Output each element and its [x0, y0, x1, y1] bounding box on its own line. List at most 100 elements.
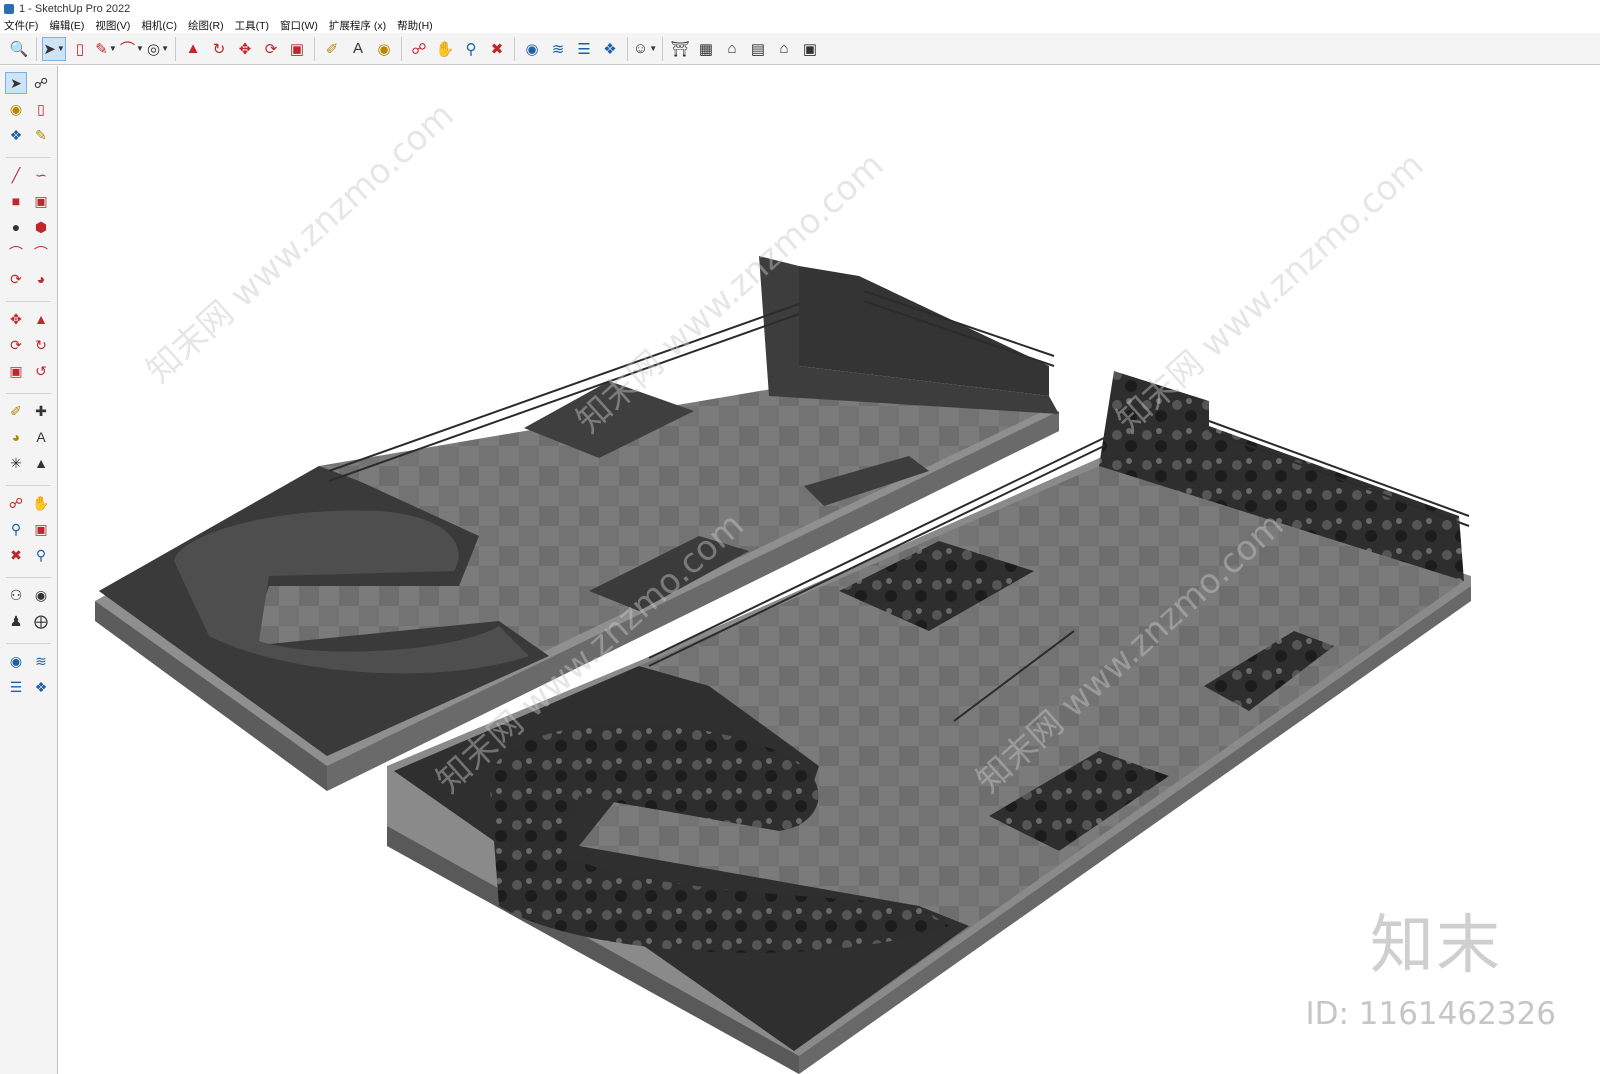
tape-icon[interactable]: ✐	[5, 400, 27, 422]
text-icon[interactable]: A	[30, 426, 52, 448]
toolbar-separator	[514, 36, 515, 61]
znzmo-logo-watermark: 知末	[1370, 909, 1502, 983]
two-point-arc-icon[interactable]: ⌒	[30, 242, 52, 264]
three-point-arc-icon[interactable]: ⟳	[5, 268, 27, 290]
sidebar-separator	[6, 294, 51, 302]
zoom-icon[interactable]: ⚲	[459, 37, 483, 61]
dimension-icon[interactable]: ✚	[30, 400, 52, 422]
followme-icon[interactable]: ↻	[207, 37, 231, 61]
rotate-icon[interactable]: ⟳	[259, 37, 283, 61]
sandbox-icon[interactable]: ≋	[30, 650, 52, 672]
home-icon[interactable]: ⌂	[720, 37, 744, 61]
section-icon[interactable]: ◉	[520, 37, 544, 61]
model-id-watermark: ID: 1161462326	[1305, 996, 1556, 1032]
line-icon[interactable]: ╱	[5, 164, 27, 186]
scale-icon[interactable]: ▣	[5, 360, 27, 382]
zoom-icon[interactable]: ⚲	[5, 518, 27, 540]
toolbar-separator	[36, 36, 37, 61]
search-icon[interactable]: 🔍	[7, 37, 31, 61]
orbit-icon[interactable]: ☍	[30, 72, 52, 94]
walk-icon[interactable]: ♟	[5, 610, 27, 632]
look-around-icon[interactable]: ◉	[30, 584, 52, 606]
position-camera-icon[interactable]: ⚇	[5, 584, 27, 606]
menu-file[interactable]: 文件(F)	[4, 18, 38, 33]
account-icon[interactable]: ☺ ▼	[633, 37, 657, 61]
layers-icon[interactable]: ☰	[572, 37, 596, 61]
pan-icon[interactable]: ✋	[433, 37, 457, 61]
tape-icon[interactable]: ✐	[320, 37, 344, 61]
text-icon[interactable]: A	[346, 37, 370, 61]
window-title: 1 - SketchUp Pro 2022	[19, 2, 131, 15]
menu-extensions[interactable]: 扩展程序 (x)	[329, 18, 386, 33]
followme-icon[interactable]: ↻	[30, 334, 52, 356]
component-icon[interactable]: ❖	[5, 124, 27, 146]
pushpull-icon[interactable]: ▲	[30, 308, 52, 330]
rectangle-icon[interactable]: ■	[5, 190, 27, 212]
menu-camera[interactable]: 相机(C)	[141, 18, 177, 33]
box-icon[interactable]: ▣	[798, 37, 822, 61]
house-icon[interactable]: ⌂	[772, 37, 796, 61]
freehand-icon[interactable]: ∽	[30, 164, 52, 186]
sidebar-separator	[6, 636, 51, 644]
axes-icon[interactable]: ✳	[5, 452, 27, 474]
toolbar-separator	[662, 36, 663, 61]
menu-draw[interactable]: 绘图(R)	[188, 18, 224, 33]
toolbar-separator	[175, 36, 176, 61]
3d-text-icon[interactable]: ▲	[30, 452, 52, 474]
pencil-icon[interactable]: ✎ ▼	[94, 37, 118, 61]
title-bar: 1 - SketchUp Pro 2022	[0, 0, 1600, 17]
eraser-icon[interactable]: ▯	[68, 37, 92, 61]
large-tool-set: ➤ ☍ ◉ ▯ ❖ ✎ ╱ ∽ ■ ▣ ● ⬢ ⌒ ⌒ ⟳ ◕ ✥ ▲ ⟳ ↻ ▣ ↺ ✐ ✚ ◕ A ✳…	[0, 66, 58, 1074]
zoom-window-icon[interactable]: ▣	[30, 518, 52, 540]
arc-icon[interactable]: ⌒ ▼	[120, 37, 144, 61]
menu-window[interactable]: 窗口(W)	[280, 18, 318, 33]
menu-view[interactable]: 视图(V)	[95, 18, 130, 33]
sandbox-icon[interactable]: ≋	[546, 37, 570, 61]
eraser-icon[interactable]: ▯	[30, 98, 52, 120]
move-icon[interactable]: ✥	[5, 308, 27, 330]
toolbar-separator	[401, 36, 402, 61]
tag-icon[interactable]: ✎	[30, 124, 52, 146]
circle-icon[interactable]: ●	[5, 216, 27, 238]
select-icon[interactable]: ➤ ▼	[42, 36, 66, 61]
circle-icon[interactable]: ◎ ▼	[146, 37, 170, 61]
menu-bar: 文件(F) 编辑(E) 视图(V) 相机(C) 绘图(R) 工具(T) 窗口(W…	[0, 17, 1600, 33]
sidebar-separator	[6, 478, 51, 486]
move-icon[interactable]: ✥	[233, 37, 257, 61]
menu-tools[interactable]: 工具(T)	[235, 18, 269, 33]
orbit-icon[interactable]: ☍	[5, 492, 27, 514]
outliner-icon[interactable]: ▤	[746, 37, 770, 61]
paint-icon[interactable]: ◉	[5, 98, 27, 120]
pan-icon[interactable]: ✋	[30, 492, 52, 514]
select-icon[interactable]: ➤	[5, 72, 27, 94]
protractor-icon[interactable]: ◕	[5, 426, 27, 448]
component-icon[interactable]: ❖	[598, 37, 622, 61]
scale-icon[interactable]: ▣	[285, 37, 309, 61]
sidebar-separator	[6, 150, 51, 158]
extension-icon[interactable]: ▦	[694, 37, 718, 61]
previous-view-icon[interactable]: ⚲	[30, 544, 52, 566]
orbit-icon[interactable]: ☍	[407, 37, 431, 61]
section-icon[interactable]: ◉	[5, 650, 27, 672]
model-viewport[interactable]: 知末网 www.znzmo.com 知末网 www.znzmo.com 知末网 …	[59, 66, 1600, 1074]
polygon-icon[interactable]: ⬢	[30, 216, 52, 238]
zoom-extents-icon[interactable]: ✖	[485, 37, 509, 61]
rotate-icon[interactable]: ⟳	[5, 334, 27, 356]
pushpull-icon[interactable]: ▲	[181, 37, 205, 61]
layers-icon[interactable]: ☰	[5, 676, 27, 698]
warehouse-icon[interactable]: ⛩	[668, 37, 692, 61]
arc-icon[interactable]: ⌒	[5, 242, 27, 264]
main-toolbar: 🔍 ➤ ▼ ▯ ✎ ▼ ⌒ ▼ ◎ ▼ ▲ ↻ ✥ ⟳ ▣ ✐ A ◉ ☍ ✋ ⚲ ✖ …	[0, 33, 1600, 65]
toolbar-separator	[314, 36, 315, 61]
section-plane-icon[interactable]: ⨁	[30, 610, 52, 632]
menu-edit[interactable]: 编辑(E)	[49, 18, 84, 33]
menu-help[interactable]: 帮助(H)	[397, 18, 433, 33]
sidebar-separator	[6, 386, 51, 394]
sidebar-separator	[6, 570, 51, 578]
pie-icon[interactable]: ◕	[30, 268, 52, 290]
zoom-extents-icon[interactable]: ✖	[5, 544, 27, 566]
warehouse-icon[interactable]: ❖	[30, 676, 52, 698]
paint-icon[interactable]: ◉	[372, 37, 396, 61]
rotated-rectangle-icon[interactable]: ▣	[30, 190, 52, 212]
offset-icon[interactable]: ↺	[30, 360, 52, 382]
